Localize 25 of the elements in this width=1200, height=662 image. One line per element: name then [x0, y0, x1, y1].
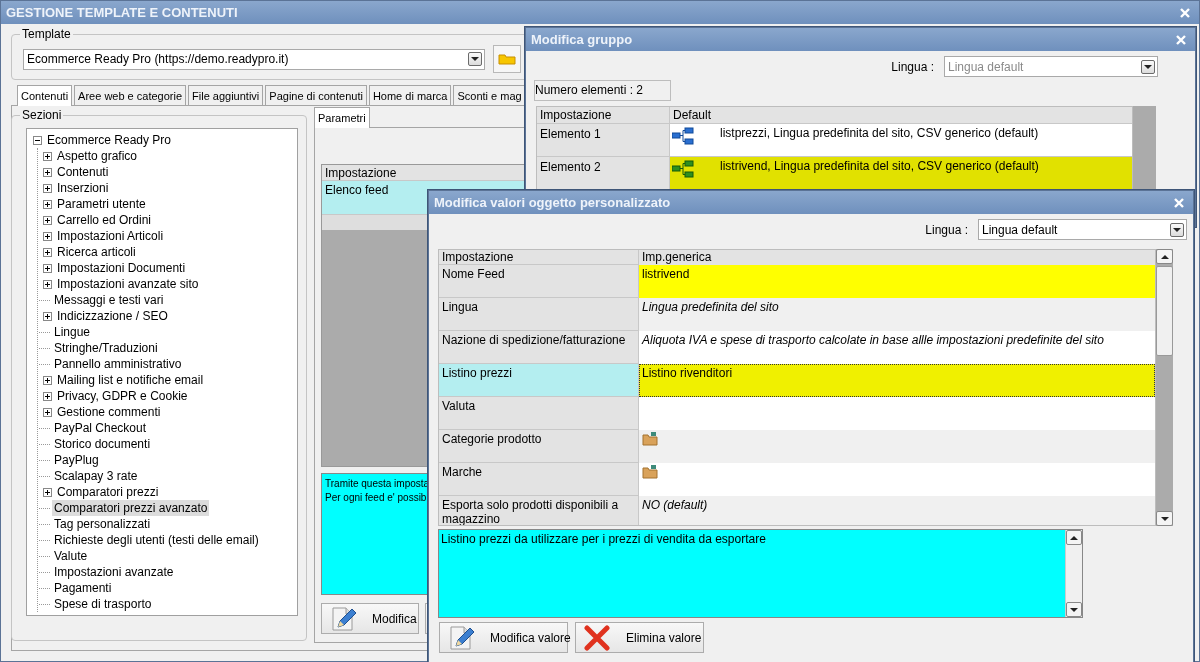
element-count: Numero elementi : 2	[534, 80, 671, 101]
table-cell: Lingua	[439, 298, 639, 331]
table-cell: Elemento 1	[537, 124, 670, 157]
group-label: Template	[20, 27, 73, 41]
table-cell: Categorie prodotto	[439, 430, 639, 463]
column-header: Default	[670, 107, 1132, 124]
language-label: Lingua :	[925, 222, 968, 237]
column-header: Impostazione	[537, 107, 670, 124]
column-header: Impostazione	[439, 250, 639, 265]
table-cell: Marche	[439, 463, 639, 496]
column-header: Impostazione	[325, 165, 397, 180]
language-label: Lingua :	[891, 59, 934, 74]
description-text: Listino prezzi da utilizzare per i prezzi di vendita da esportare	[440, 531, 767, 548]
table-cell: Nazione di spedizione/fatturazione	[439, 331, 639, 364]
table-cell: Valuta	[439, 397, 639, 430]
window-title: Modifica valori oggetto personalizzato	[434, 195, 671, 210]
table-cell: Listino prezzi	[439, 364, 639, 397]
table-cell: Esporta solo prodotti disponibili a magazzino	[439, 496, 639, 525]
column-header: Imp.generica	[639, 250, 1155, 265]
description-text: Per ogni feed e' possib	[325, 491, 427, 505]
table-cell: Nome Feed	[439, 265, 639, 298]
window-title: GESTIONE TEMPLATE E CONTENUTI	[6, 5, 238, 20]
group-label: Sezioni	[20, 108, 64, 122]
table-cell: Elemento 2	[537, 157, 670, 190]
window-title: Modifica gruppo	[531, 32, 633, 47]
